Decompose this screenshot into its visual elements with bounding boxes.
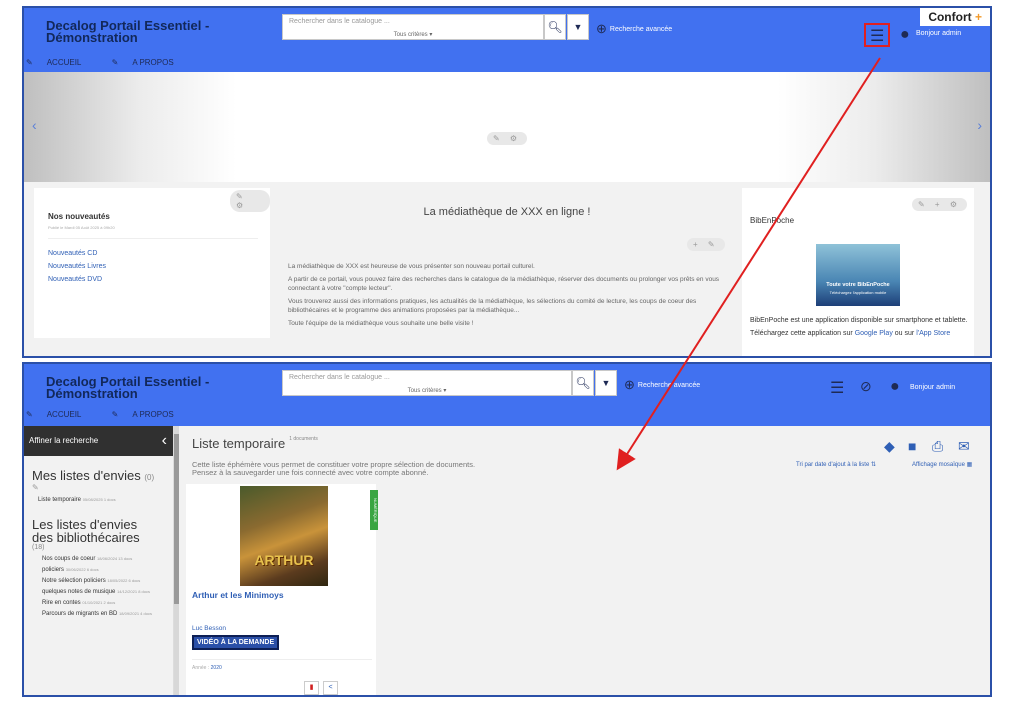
annotation-arrow xyxy=(616,57,881,471)
